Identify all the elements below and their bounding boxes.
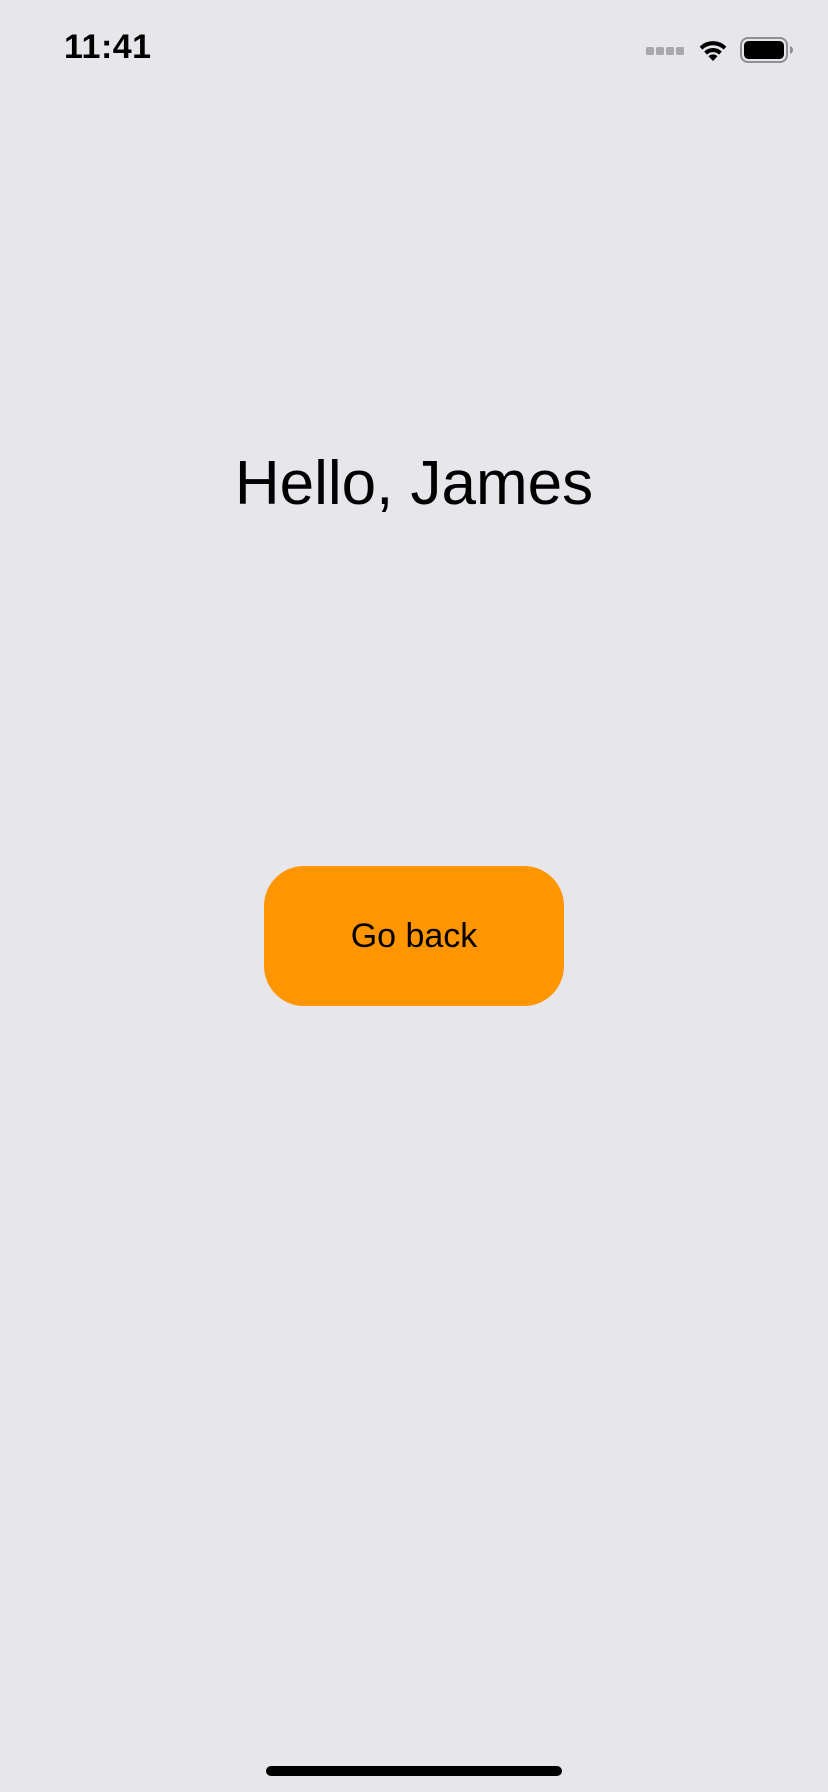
status-icons [646,36,794,64]
go-back-button[interactable]: Go back [264,866,564,1006]
cellular-signal-icon [646,44,686,56]
battery-icon [740,37,794,63]
home-indicator[interactable] [266,1766,562,1776]
status-time: 11:41 [64,28,152,66]
wifi-icon [696,37,730,63]
status-bar: 11:41 [0,0,828,100]
greeting-text: Hello, James [234,449,594,518]
